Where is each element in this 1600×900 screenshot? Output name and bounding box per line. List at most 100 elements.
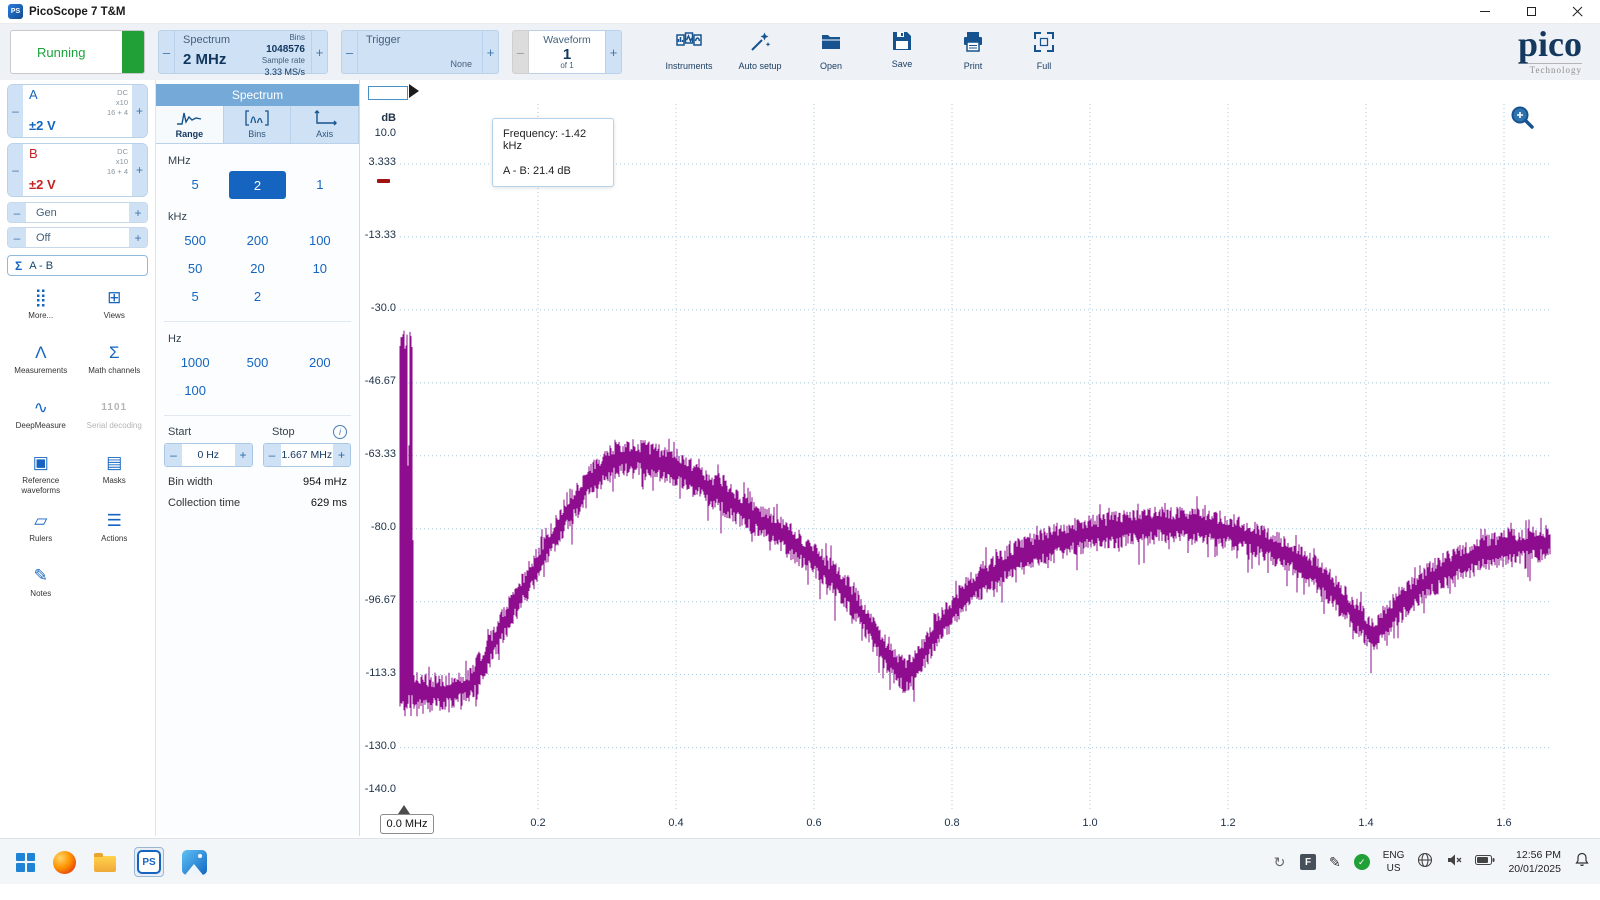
channel-b-minus-button[interactable]: – — [8, 144, 23, 196]
axis-origin-marker[interactable] — [398, 805, 410, 814]
sidebar-item-math-channels[interactable]: Σ Math channels — [78, 343, 152, 383]
start-frequency-value[interactable]: 0 Hz — [182, 444, 235, 466]
minimize-icon[interactable] — [1462, 0, 1508, 23]
khz-option-200[interactable]: 200 — [226, 226, 288, 254]
tab-axis[interactable]: Axis — [291, 106, 359, 143]
spectrum-range-minus-button[interactable]: – — [158, 30, 175, 74]
trigger-minus-button[interactable]: – — [341, 30, 358, 74]
sidebar-item-actions[interactable]: ☰ Actions — [78, 511, 152, 551]
tray-sync-icon[interactable]: ↻ — [1272, 855, 1287, 870]
start-minus-button[interactable]: – — [165, 444, 182, 466]
pico-brand-name: pico — [1518, 29, 1582, 60]
pen-input-icon[interactable]: ✎ — [1329, 854, 1341, 871]
hz-option-100[interactable]: 100 — [164, 376, 226, 404]
spectrum-view[interactable]: dB10.03.333-13.33-30.0-46.67-63.33-80.0-… — [360, 80, 1600, 836]
sidebar-item-masks[interactable]: ▤ Masks — [78, 453, 152, 496]
photos-app-icon[interactable] — [182, 850, 207, 875]
tray-f-icon[interactable]: F — [1300, 854, 1316, 870]
sidebar-item-notes[interactable]: ✎ Notes — [4, 566, 78, 606]
axis-origin-label[interactable]: 0.0 MHz — [380, 814, 434, 834]
stop-plus-button[interactable]: + — [333, 444, 350, 466]
gridlines — [400, 104, 1550, 810]
channel-a-minus-button[interactable]: – — [8, 85, 23, 137]
notification-bell-icon[interactable] — [1574, 852, 1590, 873]
open-button[interactable]: Open — [802, 28, 860, 76]
trigger-plus-button[interactable]: + — [482, 30, 499, 74]
generator-state-row[interactable]: – Off + — [7, 227, 148, 248]
gen-plus-button[interactable]: + — [129, 203, 147, 222]
serial-bits-icon: 1101 — [101, 398, 127, 418]
sidebar-item-serial-decoding[interactable]: 1101 Serial decoding — [78, 398, 152, 438]
hz-options: 1000 500 200 100 — [156, 348, 359, 404]
maximize-icon[interactable] — [1508, 0, 1554, 23]
network-globe-icon[interactable] — [1417, 852, 1433, 873]
firefox-icon[interactable] — [53, 851, 76, 874]
tab-range[interactable]: Range — [156, 106, 224, 143]
spectrum-range-plus-button[interactable]: + — [311, 30, 328, 74]
print-button[interactable]: Print — [944, 28, 1002, 76]
divider — [164, 321, 351, 322]
sidebar-item-deepmeasure[interactable]: ∿ DeepMeasure — [4, 398, 78, 438]
hz-option-500[interactable]: 500 — [226, 348, 288, 376]
zoom-overview-box[interactable] — [368, 86, 408, 100]
stop-minus-button[interactable]: – — [264, 444, 281, 466]
waveform-next-button[interactable]: + — [605, 30, 622, 74]
pico-brand-tagline: Technology — [1518, 63, 1582, 75]
khz-option-500[interactable]: 500 — [164, 226, 226, 254]
sidebar-item-measurements[interactable]: Λ Measurements — [4, 343, 78, 383]
math-channel-item[interactable]: Σ A - B — [7, 255, 148, 276]
close-icon[interactable] — [1554, 0, 1600, 23]
spectrum-range-panel[interactable]: Spectrum 2 MHz Bins 1048576 Sample rate … — [175, 30, 311, 74]
hz-option-1000[interactable]: 1000 — [164, 348, 226, 376]
sidebar-item-views[interactable]: ⊞ Views — [78, 288, 152, 328]
gen-state-label: Off — [26, 228, 129, 247]
running-button[interactable]: Running — [10, 30, 145, 74]
language-indicator[interactable]: ENGUS — [1383, 849, 1405, 875]
info-icon[interactable]: i — [333, 425, 347, 439]
instruments-button[interactable]: Instruments — [660, 28, 718, 76]
sidebar-item-rulers[interactable]: ▱ Rulers — [4, 511, 78, 551]
khz-option-20[interactable]: 20 — [226, 254, 288, 282]
ruler-handle[interactable] — [377, 179, 390, 183]
gen-off-minus-button[interactable]: – — [8, 228, 26, 247]
trigger-panel[interactable]: Trigger None — [358, 30, 482, 74]
auto-setup-button[interactable]: Auto setup — [731, 28, 789, 76]
measurement-tooltip: Frequency: -1.42 kHz A - B: 21.4 dB — [492, 118, 614, 187]
generator-row[interactable]: – Gen + — [7, 202, 148, 223]
file-explorer-icon[interactable] — [94, 856, 116, 872]
windows-start-icon[interactable] — [16, 853, 35, 872]
printer-icon — [962, 31, 984, 58]
zoom-magnifier-icon[interactable] — [1508, 104, 1536, 132]
mhz-option-5[interactable]: 5 — [164, 170, 226, 198]
spectrum-range-meta: Bins 1048576 Sample rate 3.33 MS/s — [262, 33, 305, 78]
spectrum-plot[interactable] — [360, 80, 1600, 836]
waveform-prev-button[interactable]: – — [512, 30, 529, 74]
khz-option-10[interactable]: 10 — [289, 254, 351, 282]
tab-bins[interactable]: Bins — [224, 106, 292, 143]
full-screen-button[interactable]: Full — [1015, 28, 1073, 76]
sidebar-item-reference-waveforms[interactable]: ▣ Reference waveforms — [4, 453, 78, 496]
khz-option-100[interactable]: 100 — [289, 226, 351, 254]
sidebar-item-more[interactable]: ⣿ More... — [4, 288, 78, 328]
waveform-panel[interactable]: Waveform 1 of 1 — [529, 30, 605, 74]
channel-a-panel[interactable]: – A DC x10 16 + 4 ±2 V + — [7, 84, 148, 138]
hz-option-200[interactable]: 200 — [289, 348, 351, 376]
channel-a-plus-button[interactable]: + — [132, 85, 147, 137]
battery-icon[interactable] — [1475, 853, 1495, 871]
channel-b-plus-button[interactable]: + — [132, 144, 147, 196]
clock-date[interactable]: 12:56 PM20/01/2025 — [1508, 848, 1561, 876]
save-button[interactable]: Save — [873, 28, 931, 76]
gen-minus-button[interactable]: – — [8, 203, 26, 222]
gen-off-plus-button[interactable]: + — [129, 228, 147, 247]
stop-frequency-value[interactable]: 1.667 MHz — [281, 444, 334, 466]
start-plus-button[interactable]: + — [235, 444, 252, 466]
volume-muted-icon[interactable] — [1446, 852, 1462, 873]
antivirus-tray-icon[interactable]: ✓ — [1354, 854, 1370, 870]
khz-option-5[interactable]: 5 — [164, 282, 226, 310]
channel-b-panel[interactable]: – B DC x10 16 + 4 ±2 V + — [7, 143, 148, 197]
picoscope-taskbar-icon[interactable]: PS — [134, 847, 164, 877]
khz-option-50[interactable]: 50 — [164, 254, 226, 282]
khz-option-2[interactable]: 2 — [226, 282, 288, 310]
mhz-option-2[interactable]: 2 — [229, 171, 285, 199]
mhz-option-1[interactable]: 1 — [289, 170, 351, 198]
